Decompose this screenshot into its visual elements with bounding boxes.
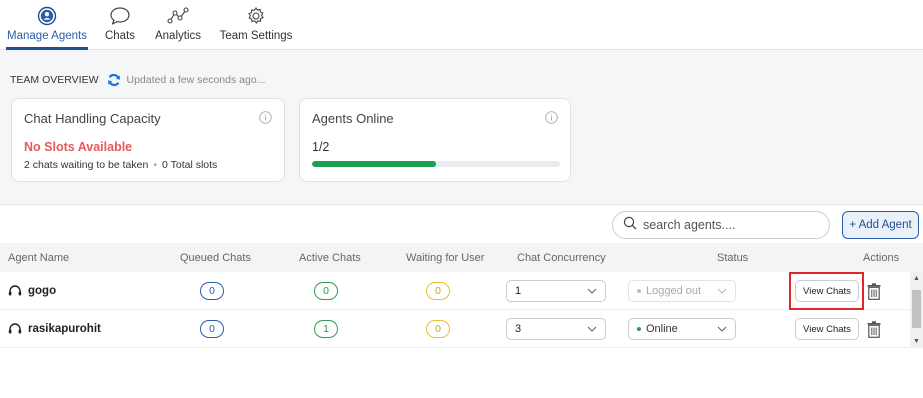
headset-icon <box>8 285 22 297</box>
separator-dot: • <box>153 159 158 171</box>
chat-concurrency-select[interactable]: 1 <box>506 280 606 302</box>
column-header-chat-concurrency: Chat Concurrency <box>517 252 606 264</box>
tab-analytics-label: Analytics <box>154 30 202 42</box>
refresh-icon[interactable] <box>107 73 121 87</box>
agents-online-progress <box>312 161 560 167</box>
concurrency-value: 1 <box>515 285 522 297</box>
waiting-for-user-cell: 0 <box>426 272 450 310</box>
status-select[interactable]: Online <box>628 318 736 340</box>
add-agent-button[interactable]: + Add Agent <box>842 211 919 239</box>
scroll-up-arrow-icon[interactable]: ▲ <box>913 275 920 282</box>
status-dot <box>637 327 641 332</box>
status-dot <box>637 289 641 294</box>
tab-chats[interactable]: Chats <box>100 0 140 50</box>
search-icon <box>623 216 637 235</box>
agents-online-progress-fill <box>312 161 436 167</box>
chevron-down-icon <box>717 285 727 297</box>
search-input[interactable] <box>643 218 813 232</box>
table-header: Agent Name Queued Chats Active Chats Wai… <box>0 243 923 273</box>
waiting-count: 0 <box>426 282 450 300</box>
agent-name-cell: rasikapurohit <box>8 310 101 348</box>
trash-icon[interactable] <box>866 320 882 338</box>
agents-online-title: Agents Online <box>312 111 394 126</box>
waiting-for-user-cell: 0 <box>426 310 450 348</box>
chat-concurrency-cell: 1 <box>506 272 606 310</box>
waiting-count: 0 <box>426 320 450 338</box>
last-updated-text: Updated a few seconds ago... <box>126 74 266 86</box>
queued-chats-count: 0 <box>200 282 224 300</box>
active-chats-cell: 0 <box>314 272 338 310</box>
view-chats-button[interactable]: View Chats <box>795 280 859 302</box>
active-chats-count: 1 <box>314 320 338 338</box>
column-header-queued-chats: Queued Chats <box>180 252 251 264</box>
analytics-icon <box>167 5 189 27</box>
agent-name: gogo <box>28 285 57 297</box>
status-value: Logged out <box>646 285 702 297</box>
top-navigation: Manage Agents Chats Analytics Team Setti… <box>0 0 923 50</box>
tab-chats-label: Chats <box>104 30 136 42</box>
gear-icon <box>246 5 266 27</box>
chevron-down-icon <box>587 323 597 335</box>
agents-online-value: 1/2 <box>312 140 330 154</box>
total-slots-text: 0 Total slots <box>162 159 218 171</box>
user-circle-icon <box>37 5 57 27</box>
waiting-chats-text: 2 chats waiting to be taken <box>24 159 149 171</box>
concurrency-value: 3 <box>515 323 522 335</box>
column-header-status: Status <box>717 252 749 264</box>
column-header-actions: Actions <box>863 252 900 264</box>
info-icon[interactable] <box>259 111 272 129</box>
scrollbar-thumb[interactable] <box>912 290 921 328</box>
scroll-down-arrow-icon[interactable]: ▼ <box>913 338 920 345</box>
queued-chats-cell: 0 <box>200 272 224 310</box>
capacity-card-title: Chat Handling Capacity <box>24 111 161 126</box>
actions-cell: View Chats <box>795 310 882 348</box>
capacity-summary: 2 chats waiting to be taken • 0 Total slot… <box>24 159 217 171</box>
status-cell: Online <box>628 310 736 348</box>
active-chats-count: 0 <box>314 282 338 300</box>
team-overview-header: TEAM OVERVIEW Updated a few seconds ago.… <box>10 73 265 87</box>
trash-icon[interactable] <box>866 282 882 300</box>
table-row: rasikapurohit 0 1 0 3 Online View Chats <box>0 310 910 348</box>
queued-chats-cell: 0 <box>200 310 224 348</box>
status-value: Online <box>646 323 678 335</box>
status-select[interactable]: Logged out <box>628 280 736 302</box>
agents-online-card: Agents Online 1/2 <box>299 98 571 182</box>
tab-team-settings[interactable]: Team Settings <box>218 0 294 50</box>
table-row: gogo 0 0 0 1 Logged out View Chats <box>0 272 910 310</box>
actions-cell: View Chats <box>795 272 882 310</box>
slots-status: No Slots Available <box>24 140 133 154</box>
team-overview-title: TEAM OVERVIEW <box>10 74 99 86</box>
chevron-down-icon <box>717 323 727 335</box>
column-header-active-chats: Active Chats <box>299 252 361 264</box>
agent-name: rasikapurohit <box>28 323 101 335</box>
chat-capacity-card: Chat Handling Capacity No Slots Availabl… <box>11 98 285 182</box>
column-header-agent-name: Agent Name <box>8 252 70 264</box>
chat-concurrency-select[interactable]: 3 <box>506 318 606 340</box>
agent-name-cell: gogo <box>8 272 56 310</box>
column-header-waiting-for-user: Waiting for User <box>406 252 485 264</box>
tab-analytics[interactable]: Analytics <box>152 0 204 50</box>
tab-manage-agents-label: Manage Agents <box>7 30 87 42</box>
info-icon[interactable] <box>545 111 558 129</box>
table-scrollbar[interactable]: ▲ ▼ <box>910 272 923 348</box>
view-chats-button[interactable]: View Chats <box>795 318 859 340</box>
search-box[interactable] <box>612 211 830 239</box>
active-chats-cell: 1 <box>314 310 338 348</box>
chat-concurrency-cell: 3 <box>506 310 606 348</box>
tab-manage-agents[interactable]: Manage Agents <box>6 0 88 50</box>
tab-team-settings-label: Team Settings <box>219 30 293 42</box>
status-cell: Logged out <box>628 272 736 310</box>
chat-bubble-icon <box>109 5 131 27</box>
chevron-down-icon <box>587 285 597 297</box>
queued-chats-count: 0 <box>200 320 224 338</box>
headset-icon <box>8 323 22 335</box>
